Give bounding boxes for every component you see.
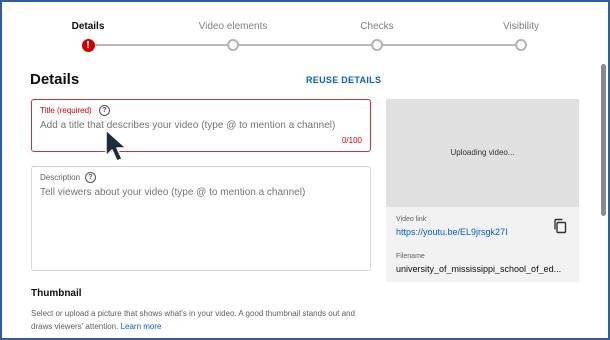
- scrollbar[interactable]: [601, 64, 606, 216]
- video-link[interactable]: https://youtu.be/EL9jrsgk27I: [396, 227, 508, 237]
- upload-dialog: Details ! Video elements Checks Visibili…: [0, 0, 610, 340]
- step-dot: [371, 39, 383, 51]
- step-video-elements[interactable]: Video elements: [158, 20, 308, 51]
- thumbnail-description: Select or upload a picture that shows wh…: [31, 307, 376, 333]
- step-label: Video elements: [198, 21, 268, 32]
- video-link-label: Video link: [396, 216, 427, 223]
- stepper-connector: [88, 44, 233, 46]
- title-field-label: Title (required): [40, 106, 92, 115]
- learn-more-link[interactable]: Learn more: [121, 322, 162, 331]
- step-label: Details: [71, 21, 105, 32]
- step-checks[interactable]: Checks: [302, 20, 452, 51]
- step-label: Checks: [360, 21, 394, 32]
- step-dot: [515, 39, 527, 51]
- description-input[interactable]: [40, 187, 358, 198]
- step-visibility[interactable]: Visibility: [446, 20, 596, 51]
- step-label: Visibility: [503, 21, 539, 32]
- upload-stepper: Details ! Video elements Checks Visibili…: [2, 2, 608, 60]
- title-input[interactable]: [40, 120, 358, 131]
- stepper-connector: [233, 44, 377, 46]
- step-details[interactable]: Details !: [13, 20, 163, 52]
- filename-label: Filename: [396, 253, 425, 260]
- help-icon[interactable]: ?: [85, 172, 96, 183]
- filename: university_of_mississippi_school_of_ed..…: [396, 264, 562, 274]
- title-char-count: 0/100: [341, 136, 362, 145]
- step-dot: [227, 39, 239, 51]
- thumbnail-description-text: Select or upload a picture that shows wh…: [31, 309, 355, 331]
- mouse-pointer-icon: [105, 129, 127, 162]
- page-title: Details: [30, 71, 80, 88]
- stepper-connector: [377, 44, 521, 46]
- video-preview-panel: Uploading video... Video link https://yo…: [386, 99, 579, 282]
- reuse-details-button[interactable]: REUSE DETAILS: [302, 72, 385, 88]
- title-field[interactable]: Title (required) ? 0/100: [31, 99, 371, 152]
- copy-icon[interactable]: [552, 218, 568, 234]
- error-icon: !: [81, 38, 95, 52]
- thumbnail-heading: Thumbnail: [31, 288, 82, 299]
- upload-status: Uploading video...: [450, 148, 515, 157]
- help-icon[interactable]: ?: [99, 105, 110, 116]
- description-field[interactable]: Description ?: [31, 166, 371, 271]
- video-preview: Uploading video...: [386, 99, 579, 207]
- description-field-label: Description: [40, 173, 81, 182]
